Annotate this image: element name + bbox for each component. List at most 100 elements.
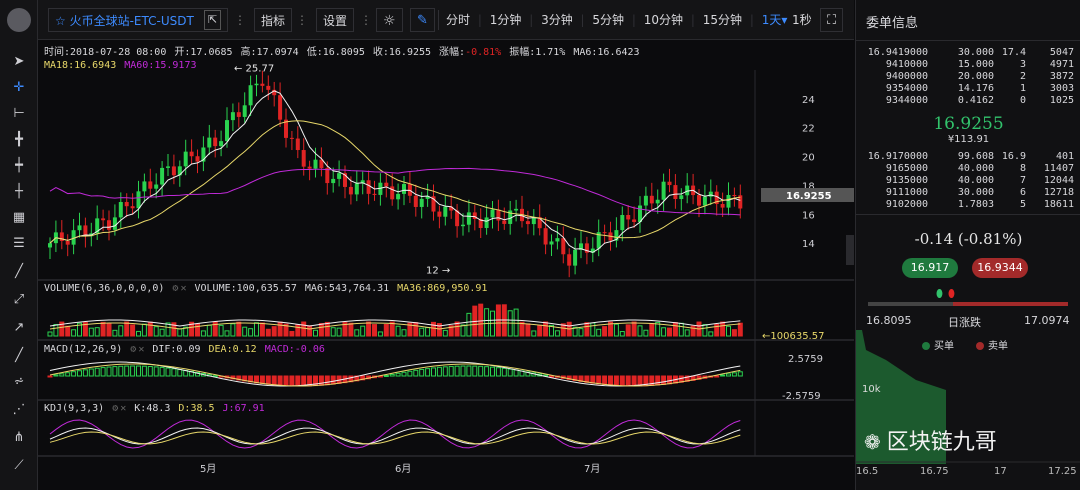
price-range-tool-icon[interactable]: ▦ (7, 208, 31, 228)
settings-icon[interactable]: ⚙ (172, 283, 178, 294)
vertical-line-tool-icon[interactable]: ┼ (7, 182, 31, 202)
volume-bar (726, 325, 731, 337)
candle-body (472, 212, 477, 220)
macd-bar (94, 367, 100, 377)
ask-row[interactable]: 9400000 20.000 2 3872 (864, 71, 1076, 83)
candle-body (107, 220, 111, 230)
ray-tool-icon[interactable]: ⤢ (7, 290, 31, 310)
macd-bar (454, 365, 460, 377)
star-icon[interactable]: ☆ (55, 14, 66, 28)
candle-body (130, 206, 135, 209)
candle-body (266, 85, 271, 90)
period-tab[interactable]: 1分钟 (486, 13, 526, 27)
period-tab[interactable]: 5分钟 (588, 13, 628, 27)
segment-tool-icon[interactable]: ┿ (7, 156, 31, 176)
macd-bar (130, 365, 136, 377)
external-link-icon[interactable]: ⇱ (204, 10, 222, 30)
period-tab[interactable]: 15分钟 (699, 13, 746, 27)
last-price: 16.9255 (933, 114, 1004, 134)
settings-button[interactable]: 设置 (316, 8, 355, 32)
symbol-selector[interactable]: ☆ 火币全球站-ETC-USDT (48, 8, 228, 32)
macd-bar (283, 375, 289, 387)
close-icon[interactable]: ✕ (120, 403, 126, 414)
ask-row[interactable]: 9354000 14.176 1 3003 (864, 83, 1076, 95)
bid-qty: 40.000 (957, 175, 994, 186)
low-marker-label: 12 → (426, 265, 450, 276)
arrow-tool-icon[interactable]: ↗ (7, 318, 31, 338)
buy-price-button[interactable]: 16.917 (902, 258, 958, 278)
volume-bar (100, 321, 106, 337)
drag-handle-icon[interactable]: ⋮ (296, 8, 308, 32)
bid-total: 6 (1019, 187, 1026, 198)
indicators-button[interactable]: 指标 (254, 8, 293, 32)
macd-bar (265, 375, 271, 385)
volume-bar (584, 322, 590, 337)
price-change: -0.14 (-0.81%) (914, 230, 1023, 248)
macd-bar (330, 375, 336, 385)
close-icon[interactable]: ✕ (180, 283, 186, 294)
kline-chart[interactable]: 24 22 20 18 16 14 5月 6月 7月 ← 25.77 12 → 16.9255 ←100… (38, 40, 854, 490)
refresh-interval[interactable]: 1秒 (792, 8, 812, 32)
ask-row[interactable]: 16.9419000 30.000 17.4 5047 (864, 47, 1076, 59)
draw-pen-icon[interactable]: ✎ (410, 8, 435, 32)
fullscreen-icon[interactable]: ⛶ (820, 8, 844, 32)
ask-row[interactable]: 9410000 15.000 3 4971 (864, 59, 1076, 71)
settings-icon[interactable]: ⚙ (112, 403, 118, 414)
volume-bar (242, 326, 248, 337)
period-tab[interactable]: 10分钟 (640, 13, 687, 27)
candle-body (160, 167, 165, 185)
bid-row[interactable]: 16.9170000 99.608 16.9 401 (864, 151, 1076, 163)
volume-bar (277, 321, 283, 337)
candle-body (655, 199, 660, 204)
sell-price-button[interactable]: 16.9344 (972, 258, 1028, 278)
ask-total: 0 (1019, 95, 1026, 106)
bid-total: 16.9 (1001, 151, 1026, 162)
candle-body (325, 168, 330, 184)
bid-row[interactable]: 9165000 40.000 8 11407 (864, 163, 1076, 175)
bid-row[interactable]: 9102000 1.7803 5 18611 (864, 199, 1076, 211)
trend-line-tool-icon[interactable]: ╱ (7, 262, 31, 282)
volume-bar (141, 323, 147, 337)
macd-bar (71, 371, 77, 377)
macd-title: MACD(12,26,9) (44, 344, 123, 355)
parallel-channel-tool-icon[interactable]: ☰ (7, 234, 31, 254)
depth-x-tick: 17 (994, 466, 1007, 477)
extended-line-tool-icon[interactable]: ╱ (7, 346, 31, 366)
macd-bar (425, 368, 431, 377)
theme-toggle-icon[interactable]: ☼ (376, 8, 403, 32)
candle-body (384, 182, 389, 187)
chart-canvas[interactable]: 2422201816145月 6月 7月← 25.7712 →16.9255←100… (38, 40, 854, 490)
ask-qty: 20.000 (957, 71, 994, 82)
fibonacci-tool-icon[interactable]: ⩫ (7, 372, 31, 392)
horizontal-ray-tool-icon[interactable]: ╋ (7, 130, 31, 150)
bid-row[interactable]: 9111000 30.000 6 12718 (864, 187, 1076, 199)
drag-handle-icon[interactable]: ⋮ (234, 8, 246, 32)
drag-handle-icon[interactable]: ⋮ (360, 8, 372, 32)
macd-bar (619, 375, 625, 387)
candle-body (673, 185, 678, 200)
ask-count: 4971 (1049, 59, 1074, 70)
macd-dea: DEA:0.12 (208, 344, 257, 355)
ask-row[interactable]: 9344000 0.4162 0 1025 (864, 95, 1076, 107)
pitchfork-tool-icon[interactable]: ⋔ (7, 428, 31, 448)
measure-tool-icon[interactable]: ⟋ (7, 456, 31, 476)
candle-body (136, 191, 141, 209)
gann-fan-tool-icon[interactable]: ⋰ (7, 400, 31, 420)
cursor-tool-icon[interactable]: ➤ (7, 52, 31, 72)
macd-bar (271, 375, 277, 386)
volume-bar (372, 324, 377, 337)
time-axis-tick: 7月 (584, 463, 600, 475)
period-tab-active[interactable]: 1天▾ (758, 13, 792, 27)
volume-bar (153, 326, 159, 337)
crosshair-tool-icon[interactable]: ✛ (7, 78, 31, 98)
time-axis-tick: 6月 (395, 463, 411, 475)
close-icon[interactable]: ✕ (138, 344, 144, 355)
settings-icon[interactable]: ⚙ (130, 344, 136, 355)
macd-bar (631, 375, 637, 387)
period-tab[interactable]: 3分钟 (537, 13, 577, 27)
bid-row[interactable]: 9135000 40.000 7 12044 (864, 175, 1076, 187)
period-tab[interactable]: 分时 (442, 13, 474, 27)
macd-bar (277, 375, 283, 386)
horizontal-line-tool-icon[interactable]: ⊢ (7, 104, 31, 124)
candle-body (236, 112, 241, 117)
